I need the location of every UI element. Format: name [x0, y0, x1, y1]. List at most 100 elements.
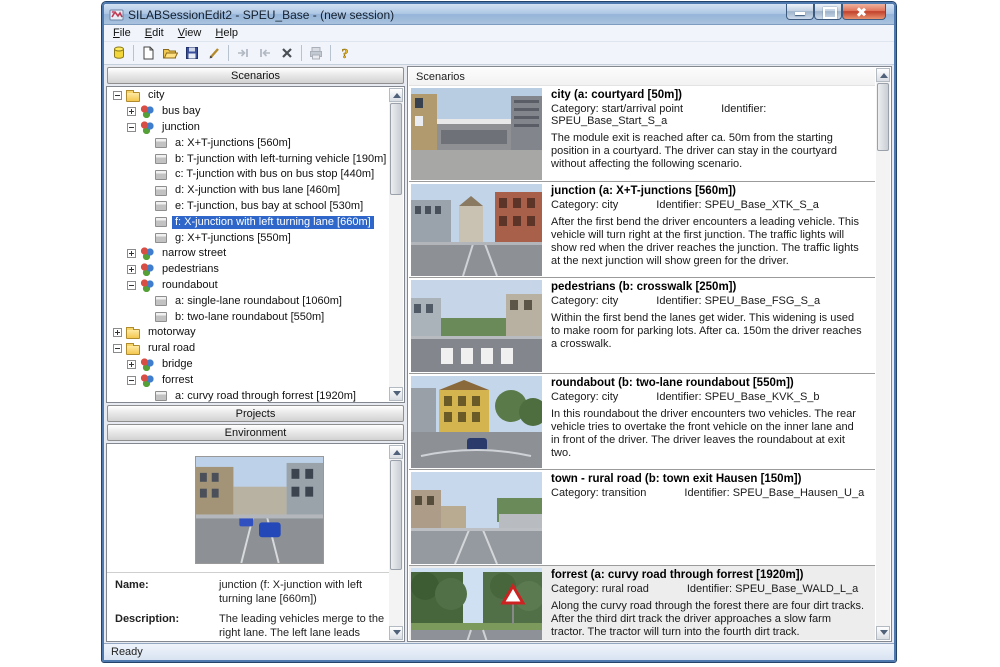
tree-item-scenario[interactable]: a: single-lane roundabout [1060m]	[107, 293, 389, 309]
scenario-tree: city bus bay junction a: X+T-junctions […	[106, 86, 405, 403]
environment-panel-button[interactable]: Environment	[107, 424, 404, 441]
identifier-label: Identifier:	[721, 103, 766, 115]
expand-icon[interactable]	[113, 328, 122, 337]
details-scrollbar[interactable]	[389, 445, 403, 640]
tree-item-pedestrians[interactable]: pedestrians	[107, 262, 389, 278]
open-folder-icon[interactable]	[159, 43, 181, 63]
roundabout-thumbnail	[411, 376, 542, 468]
scenario-entry-forrest[interactable]: forrest (a: curvy road through forrest […	[409, 566, 875, 640]
tree-item-label: a: X+T-junctions [560m]	[172, 137, 294, 150]
delete-icon[interactable]	[276, 43, 298, 63]
tree-item-bus-bay[interactable]: bus bay	[107, 104, 389, 120]
tree-item-narrow-street[interactable]: narrow street	[107, 246, 389, 262]
tree-item-bridge[interactable]: bridge	[107, 357, 389, 373]
scroll-up-icon[interactable]	[876, 68, 890, 82]
expand-icon[interactable]	[127, 249, 136, 258]
scroll-up-icon[interactable]	[389, 445, 403, 459]
tree-item-label: bus bay	[159, 105, 204, 118]
category-label: Category:	[551, 583, 599, 595]
scroll-down-icon[interactable]	[389, 387, 403, 401]
tree-item-scenario[interactable]: b: T-junction with left-turning vehicle …	[107, 151, 389, 167]
scroll-down-icon[interactable]	[876, 626, 890, 640]
minimize-button[interactable]	[786, 4, 814, 20]
tree-item-label: g: X+T-junctions [550m]	[172, 232, 294, 245]
scroll-down-icon[interactable]	[389, 626, 403, 640]
identifier-value: SPEU_Base_XTK_S_a	[705, 199, 819, 211]
category-value: rural road	[602, 583, 649, 595]
scrollbar-thumb[interactable]	[390, 103, 402, 195]
tree-scrollbar[interactable]	[389, 88, 403, 401]
collapse-icon[interactable]	[113, 91, 122, 100]
expand-icon[interactable]	[127, 107, 136, 116]
tree-item-scenario[interactable]: e: T-junction, bus bay at school [530m]	[107, 199, 389, 215]
print-icon[interactable]	[305, 43, 327, 63]
scroll-up-icon[interactable]	[389, 88, 403, 102]
tree-item-motorway[interactable]: motorway	[107, 325, 389, 341]
app-icon	[109, 7, 124, 22]
scenario-entry-junction[interactable]: junction (a: X+T-junctions [560m]) Categ…	[409, 182, 875, 278]
scenario-entry-pedestrians[interactable]: pedestrians (b: crosswalk [250m]) Catego…	[409, 278, 875, 374]
identifier-value: SPEU_Base_Hausen_U_a	[733, 487, 864, 499]
status-text: Ready	[111, 646, 143, 658]
tree-item-scenario-selected[interactable]: f: X-junction with left turning lane [66…	[107, 214, 389, 230]
list-scrollbar[interactable]	[876, 68, 890, 640]
menu-view[interactable]: View	[171, 26, 209, 40]
scrollbar-thumb[interactable]	[877, 83, 889, 151]
insert-before-icon[interactable]	[232, 43, 254, 63]
tree-item-roundabout[interactable]: roundabout	[107, 278, 389, 294]
scenarios-panel-button[interactable]: Scenarios	[107, 67, 404, 84]
description-value: The leading vehicles merge to the right …	[219, 613, 385, 642]
identifier-value: SPEU_Base_WALD_L_a	[735, 583, 858, 595]
collapse-icon[interactable]	[127, 281, 136, 290]
insert-after-icon[interactable]	[254, 43, 276, 63]
scenario-box-icon	[155, 138, 167, 148]
new-document-icon[interactable]	[137, 43, 159, 63]
title-bar[interactable]: SILABSessionEdit2 - SPEU_Base - (new ses…	[104, 4, 894, 25]
scenario-list: city (a: courtyard [50m]) Category: star…	[409, 86, 875, 640]
projects-panel-button[interactable]: Projects	[107, 405, 404, 422]
close-button[interactable]	[842, 4, 886, 20]
tree-item-scenario[interactable]: d: X-junction with bus lane [460m]	[107, 183, 389, 199]
menu-bar: File Edit View Help	[104, 25, 894, 42]
module-icon	[140, 263, 154, 276]
expand-icon[interactable]	[127, 265, 136, 274]
tree-item-scenario[interactable]: c: T-junction with bus on bus stop [440m…	[107, 167, 389, 183]
category-value: transition	[602, 487, 647, 499]
forest-road-thumbnail	[411, 568, 542, 640]
tree-item-rural-road[interactable]: rural road	[107, 341, 389, 357]
toolbar: ?	[104, 42, 894, 65]
menu-file[interactable]: File	[106, 26, 138, 40]
scenario-entry-town-exit[interactable]: town - rural road (b: town exit Hausen […	[409, 470, 875, 566]
collapse-icon[interactable]	[127, 123, 136, 132]
tree-item-scenario[interactable]: a: X+T-junctions [560m]	[107, 135, 389, 151]
category-label: Category:	[551, 391, 599, 403]
maximize-button[interactable]	[814, 4, 842, 20]
left-panel: Scenarios city bus bay junction a: X+T-j…	[106, 66, 405, 642]
crosswalk-thumbnail	[411, 280, 542, 372]
help-icon[interactable]: ?	[334, 43, 356, 63]
tree-item-junction[interactable]: junction	[107, 120, 389, 136]
menu-edit[interactable]: Edit	[138, 26, 171, 40]
category-value: city	[602, 391, 619, 403]
edit-pencil-icon[interactable]	[203, 43, 225, 63]
scenario-box-icon	[155, 170, 167, 180]
collapse-icon[interactable]	[113, 344, 122, 353]
tree-item-scenario[interactable]: a: curvy road through forrest [1920m]	[107, 388, 389, 403]
save-icon[interactable]	[181, 43, 203, 63]
collapse-icon[interactable]	[127, 376, 136, 385]
tree-item-scenario[interactable]: g: X+T-junctions [550m]	[107, 230, 389, 246]
tree-item-label: pedestrians	[159, 263, 222, 276]
scenario-entry-roundabout[interactable]: roundabout (b: two-lane roundabout [550m…	[409, 374, 875, 470]
expand-icon[interactable]	[127, 360, 136, 369]
identifier-value: SPEU_Base_FSG_S_a	[705, 295, 821, 307]
menu-help[interactable]: Help	[208, 26, 245, 40]
tree-item-label: f: X-junction with left turning lane [66…	[172, 216, 374, 229]
scrollbar-thumb[interactable]	[390, 460, 402, 570]
tree-item-forrest[interactable]: forrest	[107, 372, 389, 388]
tree-item-scenario[interactable]: b: two-lane roundabout [550m]	[107, 309, 389, 325]
folder-icon	[126, 345, 140, 355]
tree-item-label: narrow street	[159, 247, 229, 260]
scenario-entry-city-courtyard[interactable]: city (a: courtyard [50m]) Category: star…	[409, 86, 875, 182]
database-icon[interactable]	[108, 43, 130, 63]
tree-item-city[interactable]: city	[107, 88, 389, 104]
